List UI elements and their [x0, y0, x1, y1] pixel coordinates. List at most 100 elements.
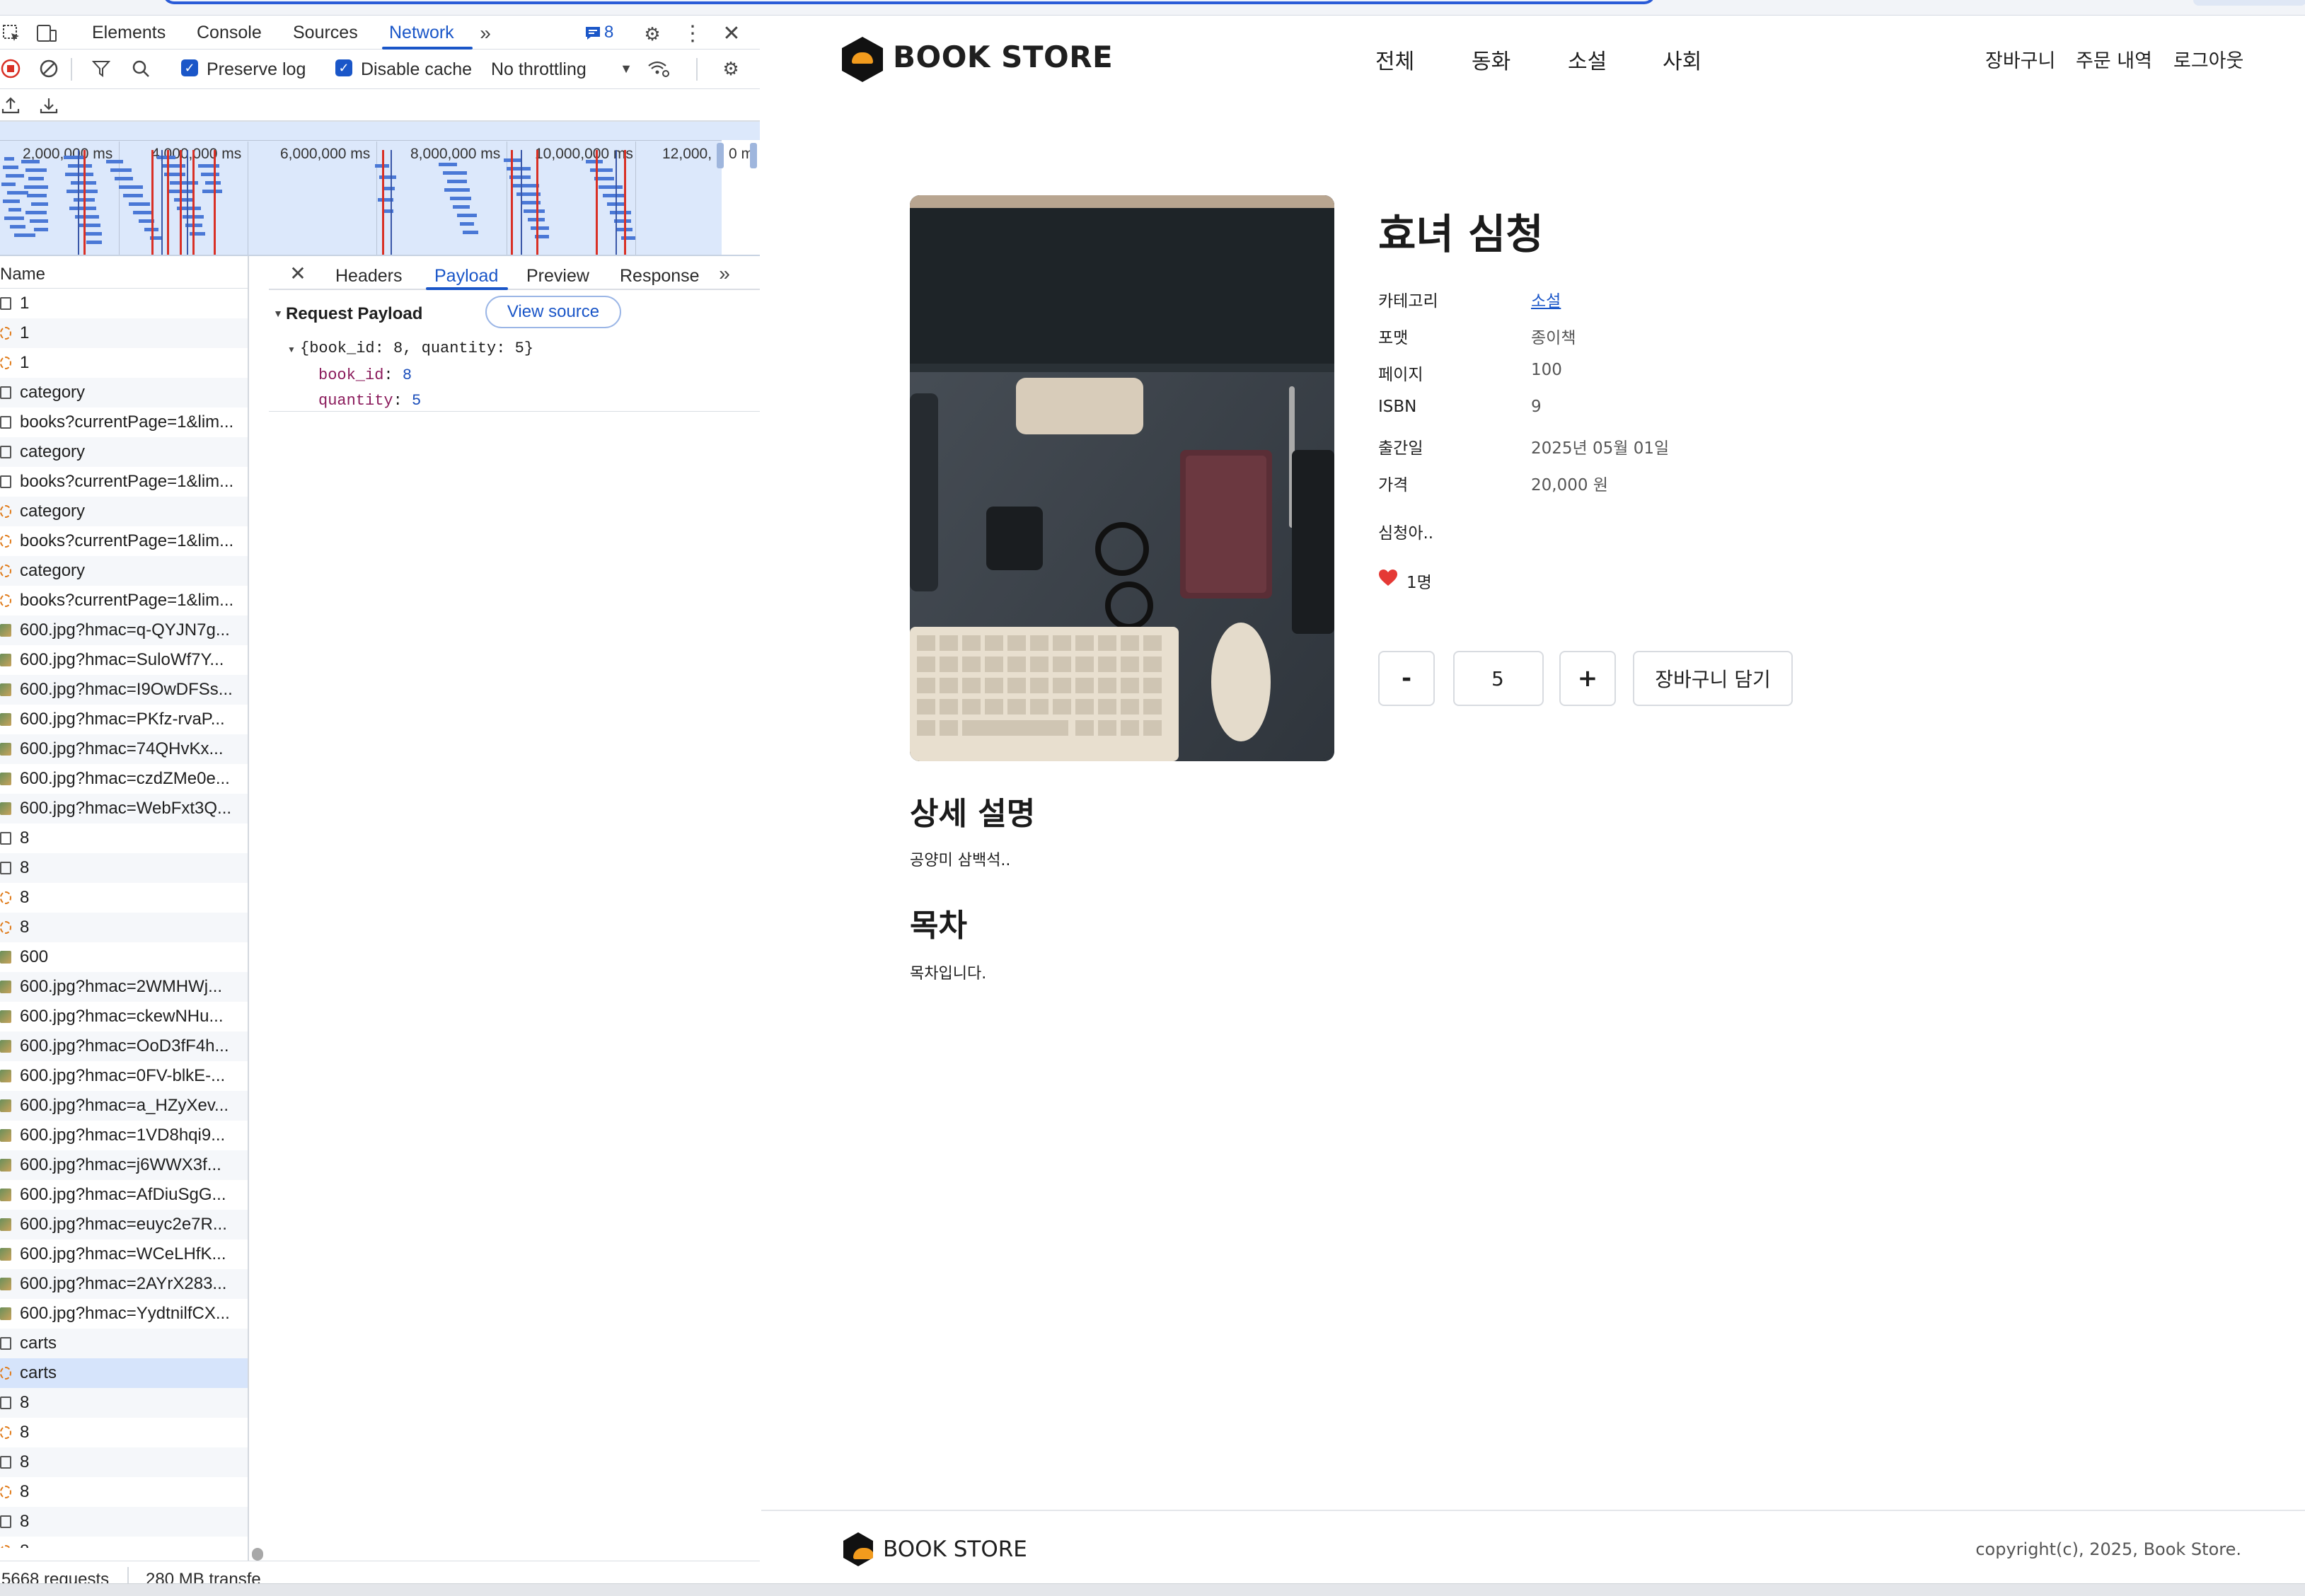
category-link[interactable]: 소설 — [1531, 292, 1561, 311]
request-row[interactable]: books?currentPage=1&lim... — [0, 526, 248, 556]
payload-object-summary[interactable]: {book_id: 8, quantity: 5} — [300, 340, 533, 357]
heart-icon[interactable] — [1378, 569, 1398, 587]
site-title[interactable]: BOOK STORE — [893, 40, 1113, 74]
more-tabs-icon[interactable]: » — [473, 21, 498, 45]
request-row[interactable]: 600.jpg?hmac=czdZMe0e... — [0, 764, 248, 794]
payload-title[interactable]: Request Payload — [286, 304, 422, 324]
request-row[interactable]: 600.jpg?hmac=I9OwDFSs... — [0, 675, 248, 705]
nav-fairytale[interactable]: 동화 — [1472, 44, 1510, 75]
request-row[interactable]: 8 — [0, 853, 248, 883]
request-row[interactable]: 600.jpg?hmac=PKfz-rvaP... — [0, 705, 248, 734]
network-conditions-icon[interactable] — [647, 58, 671, 79]
import-har-icon[interactable] — [0, 95, 21, 116]
request-row[interactable]: category — [0, 378, 248, 407]
add-to-cart-button[interactable]: 장바구니 담기 — [1633, 651, 1793, 706]
request-row[interactable]: books?currentPage=1&lim... — [0, 586, 248, 615]
increase-quantity-button[interactable]: + — [1559, 651, 1616, 706]
request-row[interactable]: 600.jpg?hmac=OoD3fF4h... — [0, 1031, 248, 1061]
pane-splitter[interactable] — [248, 256, 249, 1576]
close-detail-icon[interactable]: ✕ — [287, 262, 308, 286]
request-row[interactable]: 8 — [0, 1388, 248, 1418]
tab-payload[interactable]: Payload — [434, 266, 498, 287]
request-row[interactable]: 600.jpg?hmac=0FV-blkE-... — [0, 1061, 248, 1091]
issues-count[interactable]: 8 — [604, 23, 613, 42]
request-row[interactable]: books?currentPage=1&lim... — [0, 467, 248, 497]
request-row[interactable]: 600.jpg?hmac=YydtnilfCX... — [0, 1299, 248, 1329]
tab-elements[interactable]: Elements — [92, 23, 166, 43]
more-detail-tabs-icon[interactable]: » — [713, 262, 736, 286]
tab-network[interactable]: Network — [389, 23, 454, 43]
search-icon[interactable] — [130, 58, 151, 79]
clear-log-icon[interactable] — [38, 58, 59, 79]
nav-order-history[interactable]: 주문 내역 — [2076, 45, 2152, 73]
nav-cart[interactable]: 장바구니 — [1985, 45, 2055, 73]
device-toolbar-icon[interactable] — [35, 23, 58, 44]
request-row[interactable]: 600.jpg?hmac=2AYrX283... — [0, 1269, 248, 1299]
info-value-category[interactable]: 소설 — [1531, 287, 1561, 311]
tab-preview[interactable]: Preview — [526, 266, 589, 287]
tab-headers[interactable]: Headers — [335, 266, 403, 287]
request-row[interactable]: 600.jpg?hmac=euyc2e7R... — [0, 1210, 248, 1239]
request-list-scrollbar[interactable] — [252, 1548, 263, 1561]
request-row[interactable]: 600.jpg?hmac=q-QYJN7g... — [0, 615, 248, 645]
collapse-triangle-icon[interactable]: ▼ — [272, 307, 284, 320]
quantity-input[interactable] — [1453, 651, 1544, 706]
nav-society[interactable]: 사회 — [1663, 44, 1702, 75]
decrease-quantity-button[interactable]: - — [1378, 651, 1435, 706]
request-row[interactable]: 8 — [0, 1477, 248, 1507]
expand-object-triangle-icon[interactable]: ▼ — [286, 344, 297, 355]
throttling-select[interactable]: No throttling — [491, 59, 587, 80]
request-row[interactable]: 600.jpg?hmac=AfDiuSgG... — [0, 1180, 248, 1210]
request-row[interactable]: 600.jpg?hmac=SuloWf7Y... — [0, 645, 248, 675]
name-column-header[interactable]: Name — [0, 256, 248, 289]
request-row[interactable]: 600.jpg?hmac=a_HZyXev... — [0, 1091, 248, 1121]
request-row[interactable]: 600.jpg?hmac=j6WWX3f... — [0, 1150, 248, 1180]
request-row[interactable]: carts — [0, 1329, 248, 1358]
request-row[interactable]: category — [0, 437, 248, 467]
record-stop-icon[interactable] — [0, 58, 21, 79]
request-row[interactable]: 8 — [0, 1507, 248, 1537]
request-row[interactable]: category — [0, 556, 248, 586]
overview-range-handle-left[interactable] — [717, 143, 724, 168]
preserve-log-checkbox[interactable]: ✓ — [181, 59, 198, 76]
tab-console[interactable]: Console — [197, 23, 262, 43]
close-devtools-icon[interactable]: ✕ — [719, 21, 744, 47]
request-row[interactable]: 8 — [0, 1447, 248, 1477]
disable-cache-checkbox[interactable]: ✓ — [335, 59, 352, 76]
gear-icon[interactable]: ⚙ — [640, 21, 665, 47]
request-row[interactable]: 8 — [0, 913, 248, 942]
network-overview-timeline[interactable]: 2,000,000 ms 4,000,000 ms 6,000,000 ms 8… — [0, 122, 760, 256]
footer-logo-icon[interactable] — [843, 1532, 873, 1566]
request-row[interactable]: 8 — [0, 883, 248, 913]
kebab-menu-icon[interactable]: ⋮ — [682, 21, 703, 47]
request-row[interactable]: 1 — [0, 289, 248, 318]
request-row[interactable]: 8 — [0, 1537, 248, 1548]
export-har-icon[interactable] — [38, 95, 59, 116]
browser-toolbar-chip[interactable] — [2193, 0, 2305, 6]
request-row[interactable]: carts — [0, 1358, 248, 1388]
request-row[interactable]: 600.jpg?hmac=2WMHWj... — [0, 972, 248, 1002]
request-row[interactable]: 600.jpg?hmac=ckewNHu... — [0, 1002, 248, 1031]
issues-icon[interactable] — [583, 24, 603, 42]
request-row[interactable]: 600 — [0, 942, 248, 972]
nav-novel[interactable]: 소설 — [1568, 44, 1607, 75]
request-row[interactable]: books?currentPage=1&lim... — [0, 407, 248, 437]
request-row[interactable]: 8 — [0, 823, 248, 853]
tab-sources[interactable]: Sources — [293, 23, 358, 43]
request-row[interactable]: 1 — [0, 318, 248, 348]
request-row[interactable]: 600.jpg?hmac=WCeLHfK... — [0, 1239, 248, 1269]
view-source-button[interactable]: View source — [485, 296, 621, 328]
request-row[interactable]: 600.jpg?hmac=1VD8hqi9... — [0, 1121, 248, 1150]
tab-response[interactable]: Response — [620, 266, 700, 287]
chevron-down-icon[interactable]: ▼ — [618, 59, 634, 78]
inspect-element-icon[interactable] — [0, 23, 23, 44]
nav-logout[interactable]: 로그아웃 — [2173, 45, 2243, 73]
request-row[interactable]: 8 — [0, 1418, 248, 1447]
bookstore-logo-icon[interactable] — [842, 37, 883, 82]
request-row[interactable]: category — [0, 497, 248, 526]
request-row[interactable]: 600.jpg?hmac=74QHvKx... — [0, 734, 248, 764]
filter-icon[interactable] — [91, 58, 112, 79]
network-settings-gear-icon[interactable]: ⚙ — [719, 57, 743, 81]
overview-range-handle-right[interactable] — [750, 143, 757, 168]
nav-all[interactable]: 전체 — [1375, 44, 1414, 75]
